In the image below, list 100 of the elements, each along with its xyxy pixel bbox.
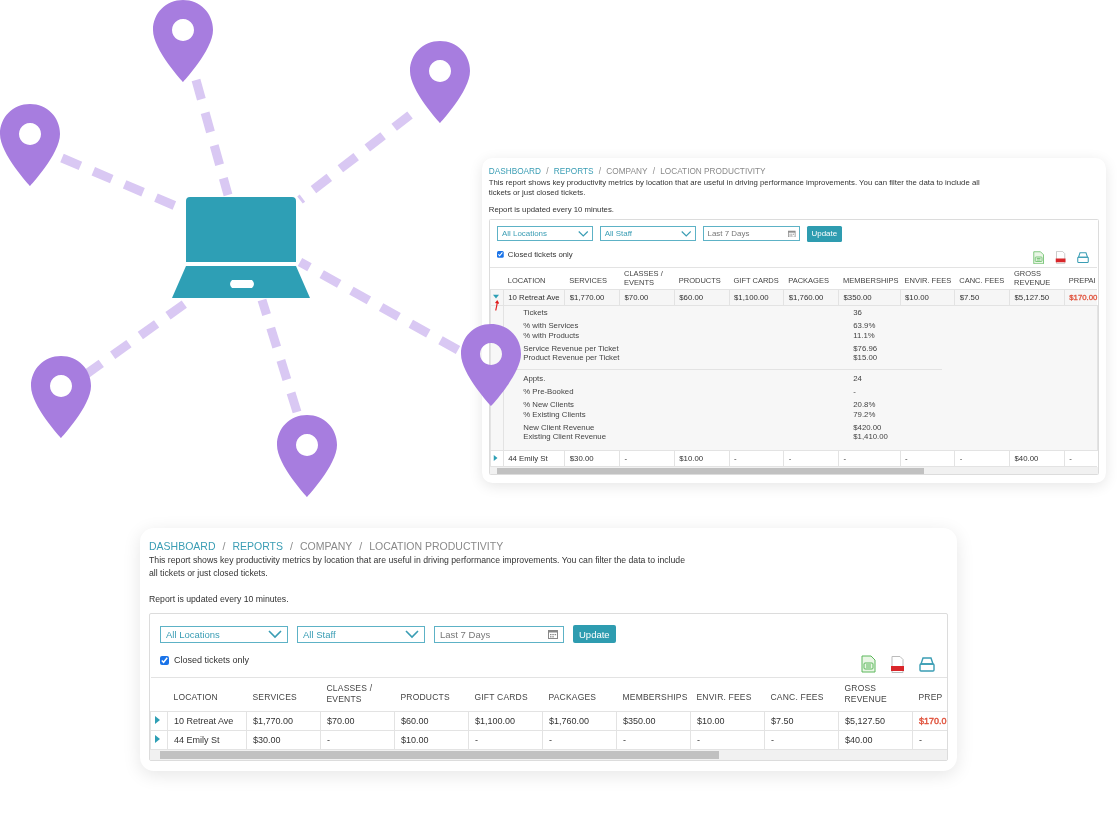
- column-header[interactable]: ENVIR. FEES: [696, 691, 752, 703]
- column-header[interactable]: PREPAI: [1068, 275, 1096, 285]
- table-cell: $70.00: [327, 716, 355, 726]
- table-cell: $10.00: [905, 293, 929, 302]
- horizontal-scrollbar[interactable]: [150, 750, 947, 760]
- column-header[interactable]: LOCATION: [173, 691, 218, 703]
- pdf-file-icon[interactable]: [889, 655, 905, 673]
- table-cell: 10 Retreat Ave: [508, 293, 560, 302]
- table-cell: $1,760.00: [788, 293, 824, 302]
- detail-value: 11.1%: [853, 330, 875, 341]
- chevron-down-icon: [405, 629, 419, 639]
- column-header[interactable]: PREP: [918, 691, 943, 703]
- table-cell: $1,770.00: [253, 716, 294, 726]
- column-header[interactable]: LOCATION: [507, 275, 546, 285]
- date-field[interactable]: Last 7 Days: [434, 625, 564, 643]
- column-header[interactable]: CLASSES / EVENTS: [624, 269, 673, 287]
- csv-file-icon[interactable]: [1033, 250, 1045, 264]
- detail-value: -: [853, 387, 856, 397]
- column-header[interactable]: GROSS REVENUE: [1014, 269, 1063, 287]
- column-header[interactable]: PRODUCTS: [678, 275, 721, 285]
- table-cell: $70.00: [624, 293, 649, 302]
- table-cell: $1,760.00: [549, 716, 590, 726]
- column-header[interactable]: GROSS REVENUE: [844, 683, 911, 705]
- table-cell: $350.00: [623, 716, 656, 726]
- column-header[interactable]: CANC. FEES: [959, 275, 1005, 285]
- caret-right-icon[interactable]: [154, 735, 162, 743]
- update-note: Report is updated every 10 minutes.: [488, 205, 615, 215]
- table-cell: 44 Emily St: [174, 735, 220, 745]
- breadcrumb-separator: /: [652, 167, 655, 176]
- csv-file-icon[interactable]: [860, 655, 876, 673]
- table-cell: -: [475, 735, 478, 745]
- breadcrumb-item: COMPANY: [299, 540, 353, 552]
- detail-label: % New Clients: [523, 400, 575, 410]
- report-description: This report shows key productivity metrics by location that are useful in driving performance improvements. You can filter the data to include all tickets or just closed tickets.: [149, 554, 686, 580]
- column-header[interactable]: SERVICES: [569, 275, 608, 285]
- column-header[interactable]: PRODUCTS: [400, 691, 450, 703]
- caret-right-icon[interactable]: [154, 716, 162, 724]
- map-pin-icon: [277, 415, 337, 497]
- column-header[interactable]: MEMBERSHIPS: [843, 275, 899, 285]
- closed-tickets-checkbox[interactable]: [160, 655, 169, 665]
- table-cell: $7.50: [959, 293, 980, 302]
- horizontal-scrollbar[interactable]: [489, 466, 1098, 475]
- table-cell: $30.00: [569, 453, 594, 463]
- checkbox-label: Closed tickets only: [507, 249, 573, 259]
- map-pin-icon: [0, 104, 60, 186]
- map-pin-icon: [410, 41, 470, 123]
- column-header[interactable]: SERVICES: [252, 691, 297, 703]
- detail-label: Service Revenue per Ticket: [523, 343, 620, 354]
- table-cell: -: [623, 735, 626, 745]
- detail-value: $15.00: [853, 353, 878, 363]
- table-cell: $7.50: [771, 716, 794, 726]
- table-cell: -: [919, 735, 922, 745]
- column-header[interactable]: GIFT CARDS: [474, 691, 528, 703]
- table-cell: $5,127.50: [1014, 293, 1050, 302]
- column-header[interactable]: MEMBERSHIPS: [622, 691, 688, 703]
- table-cell: $10.00: [401, 735, 429, 745]
- detail-label: Appts.: [523, 374, 547, 384]
- column-header[interactable]: ENVIR. FEES: [904, 275, 952, 285]
- table-cell: -: [1069, 453, 1072, 463]
- breadcrumb-item: COMPANY: [606, 167, 648, 176]
- detail-value: 36: [853, 308, 862, 318]
- calendar-icon: [548, 629, 558, 639]
- table-cell: -: [327, 735, 330, 745]
- detail-value: $76.96: [853, 343, 878, 354]
- chevron-down-icon: [268, 629, 282, 639]
- column-header[interactable]: CANC. FEES: [770, 691, 824, 703]
- map-pin-icon: [153, 0, 213, 82]
- breadcrumb-item: LOCATION PRODUCTIVITY: [369, 540, 504, 552]
- table-cell: $60.00: [401, 716, 429, 726]
- table-cell: -: [697, 735, 700, 745]
- table-cell: -: [843, 453, 847, 463]
- detail-value: 79.2%: [853, 409, 876, 420]
- report-description: This report shows key productivity metrics by location that are useful in driving performance improvements. You can filter the data to include all tickets or just closed tickets.: [488, 177, 981, 199]
- detail-label: Product Revenue per Ticket: [523, 353, 621, 363]
- breadcrumb-separator: /: [222, 540, 226, 552]
- column-header[interactable]: CLASSES / EVENTS: [326, 683, 393, 705]
- table-cell: -: [771, 735, 774, 745]
- column-header[interactable]: PACKAGES: [548, 691, 597, 703]
- column-header[interactable]: PACKAGES: [788, 275, 829, 285]
- table-cell: 10 Retreat Ave: [174, 716, 234, 726]
- laptop-icon: [172, 197, 310, 298]
- caret-right-icon[interactable]: [493, 454, 499, 461]
- detail-label: New Client Revenue: [523, 422, 596, 433]
- column-header[interactable]: GIFT CARDS: [733, 275, 779, 285]
- table-cell: 44 Emily St: [508, 453, 548, 463]
- breadcrumb-separator: /: [359, 540, 363, 552]
- table-cell: $60.00: [679, 293, 704, 302]
- detail-value: $1,410.00: [853, 432, 888, 442]
- print-icon[interactable]: [918, 656, 935, 672]
- table-cell: $1,100.00: [475, 716, 516, 726]
- pdf-file-icon[interactable]: [1055, 250, 1067, 264]
- caret-down-icon[interactable]: [493, 294, 499, 300]
- closed-tickets-checkbox[interactable]: [497, 250, 504, 258]
- table-cell: -: [734, 453, 737, 463]
- table-cell: $350.00: [843, 293, 872, 302]
- table-cell: $170.0: [919, 716, 947, 726]
- breadcrumb-separator: /: [290, 540, 293, 552]
- table-cell: -: [624, 453, 628, 463]
- breadcrumb-separator: /: [598, 167, 602, 176]
- table-cell: $40.00: [845, 735, 873, 745]
